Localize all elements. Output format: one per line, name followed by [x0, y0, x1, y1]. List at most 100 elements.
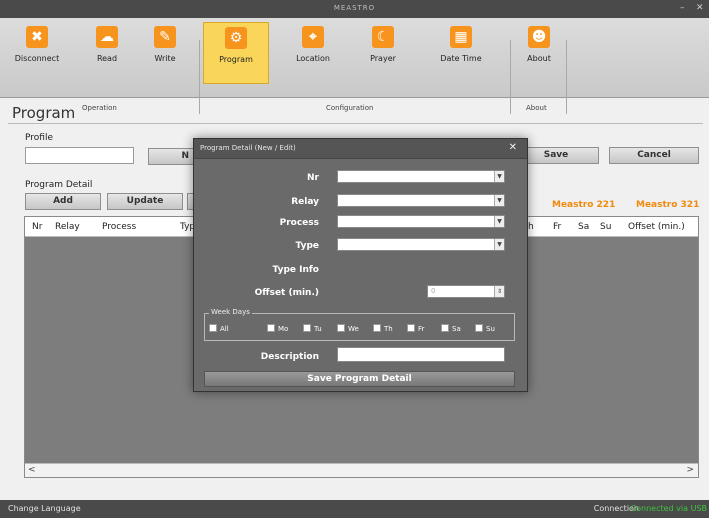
description-input[interactable]	[337, 347, 505, 362]
dialog-header: Program Detail (New / Edit) ✕	[194, 139, 527, 159]
add-button[interactable]: Add	[25, 193, 101, 210]
col-th[interactable]: h	[528, 222, 534, 232]
stepper-icon[interactable]: ⇕	[494, 286, 504, 297]
group-label-operation: Operation	[82, 104, 117, 112]
change-language-link[interactable]: Change Language	[8, 504, 81, 513]
day-label: Fr	[418, 325, 425, 333]
day-checkbox-mo[interactable]: Mo	[267, 324, 288, 333]
window-title: MEASTRO	[333, 4, 376, 12]
col-fr[interactable]: Fr	[553, 222, 561, 232]
page-title: Program	[12, 104, 76, 122]
prayer-icon: ☾	[372, 26, 394, 48]
disconnect-icon: ✖	[26, 26, 48, 48]
day-label: Mo	[278, 325, 289, 333]
write-button[interactable]: ✎ Write	[138, 22, 192, 84]
horizontal-scrollbar[interactable]: < >	[25, 463, 698, 477]
checkbox-icon[interactable]	[267, 324, 275, 332]
program-label: Program	[219, 55, 253, 64]
description-label: Description	[260, 352, 319, 362]
checkbox-icon[interactable]	[475, 324, 483, 332]
location-icon: ⌖	[302, 26, 324, 48]
close-icon[interactable]: ✕	[509, 142, 517, 153]
update-button[interactable]: Update	[107, 193, 183, 210]
dialog-title: Program Detail (New / Edit)	[200, 144, 296, 152]
day-label: Th	[384, 325, 393, 333]
status-bar: Change Language Connection Connected via…	[0, 500, 709, 518]
prayer-label: Prayer	[370, 54, 396, 63]
nr-select[interactable]: ▼	[337, 170, 505, 183]
day-checkbox-we[interactable]: We	[337, 324, 359, 333]
day-label: Tu	[314, 325, 322, 333]
disconnect-button[interactable]: ✖ Disconnect	[10, 22, 64, 84]
program-button[interactable]: ⚙ Program	[203, 22, 269, 84]
type-info-label: Type Info	[272, 265, 319, 275]
offset-stepper[interactable]: 0 ⇕	[427, 285, 505, 298]
date-time-label: Date Time	[440, 54, 482, 63]
checkbox-icon[interactable]	[407, 324, 415, 332]
day-checkbox-th[interactable]: Th	[373, 324, 393, 333]
process-label: Process	[279, 218, 319, 228]
col-sa[interactable]: Sa	[578, 222, 589, 232]
relay-label: Relay	[291, 197, 319, 207]
offset-value: 0	[431, 287, 436, 295]
location-button[interactable]: ⌖ Location	[286, 22, 340, 84]
week-days-legend: Week Days	[209, 308, 252, 316]
col-su[interactable]: Su	[600, 222, 611, 232]
close-window-button[interactable]: ✕	[696, 3, 704, 13]
about-button[interactable]: ☻ About	[512, 22, 566, 84]
day-label: Sa	[452, 325, 461, 333]
cancel-button[interactable]: Cancel	[609, 147, 699, 164]
process-select[interactable]: ▼	[337, 215, 505, 228]
day-checkbox-fr[interactable]: Fr	[407, 324, 424, 333]
day-checkbox-sa[interactable]: Sa	[441, 324, 461, 333]
checkbox-icon[interactable]	[373, 324, 381, 332]
new-profile-button[interactable]: N	[148, 148, 194, 165]
checkbox-icon[interactable]	[209, 324, 217, 332]
nr-label: Nr	[307, 173, 319, 183]
program-detail-dialog: Program Detail (New / Edit) ✕ Nr ▼ Relay…	[193, 138, 528, 392]
week-days-group: Week Days All Mo Tu We Th Fr Sa Su	[204, 308, 515, 341]
checkbox-icon[interactable]	[337, 324, 345, 332]
program-detail-label: Program Detail	[25, 180, 93, 190]
date-time-button[interactable]: ▦ Date Time	[434, 22, 488, 84]
day-checkbox-all[interactable]: All	[209, 324, 229, 333]
day-checkbox-tu[interactable]: Tu	[303, 324, 322, 333]
day-label: All	[220, 325, 229, 333]
chevron-down-icon: ▼	[494, 195, 504, 206]
group-separator	[510, 40, 511, 114]
ribbon-toolbar: ✖ Disconnect ☁ Read ✎ Write ⚙ Program ⌖ …	[0, 18, 709, 114]
checkbox-icon[interactable]	[441, 324, 449, 332]
save-program-detail-button[interactable]: Save Program Detail	[204, 371, 515, 387]
disconnect-label: Disconnect	[14, 54, 60, 63]
col-process[interactable]: Process	[102, 222, 136, 232]
connection-status: Connected via USB	[630, 504, 707, 513]
scroll-right-icon[interactable]: >	[686, 465, 694, 475]
program-icon: ⚙	[225, 27, 247, 49]
read-button[interactable]: ☁ Read	[80, 22, 134, 84]
calendar-icon: ▦	[450, 26, 472, 48]
chevron-down-icon: ▼	[494, 216, 504, 227]
read-label: Read	[96, 54, 118, 63]
location-label: Location	[296, 54, 330, 63]
chevron-down-icon: ▼	[494, 171, 504, 182]
col-relay[interactable]: Relay	[55, 222, 80, 232]
col-offset[interactable]: Offset (min.)	[628, 222, 685, 232]
group-separator	[566, 40, 567, 114]
type-select[interactable]: ▼	[337, 238, 505, 251]
read-icon: ☁	[96, 26, 118, 48]
type-label: Type	[295, 241, 319, 251]
minimize-button[interactable]: –	[680, 3, 685, 13]
checkbox-icon[interactable]	[303, 324, 311, 332]
window-titlebar: MEASTRO – ✕	[0, 0, 709, 18]
profile-input[interactable]	[25, 147, 134, 164]
about-label: About	[527, 54, 551, 63]
prayer-button[interactable]: ☾ Prayer	[356, 22, 410, 84]
offset-label: Offset (min.)	[254, 288, 319, 298]
day-label: We	[348, 325, 359, 333]
group-label-configuration: Configuration	[326, 104, 374, 112]
col-nr[interactable]: Nr	[32, 222, 42, 232]
day-checkbox-su[interactable]: Su	[475, 324, 495, 333]
scroll-left-icon[interactable]: <	[28, 465, 36, 475]
about-icon: ☻	[528, 26, 550, 48]
relay-select[interactable]: ▼	[337, 194, 505, 207]
